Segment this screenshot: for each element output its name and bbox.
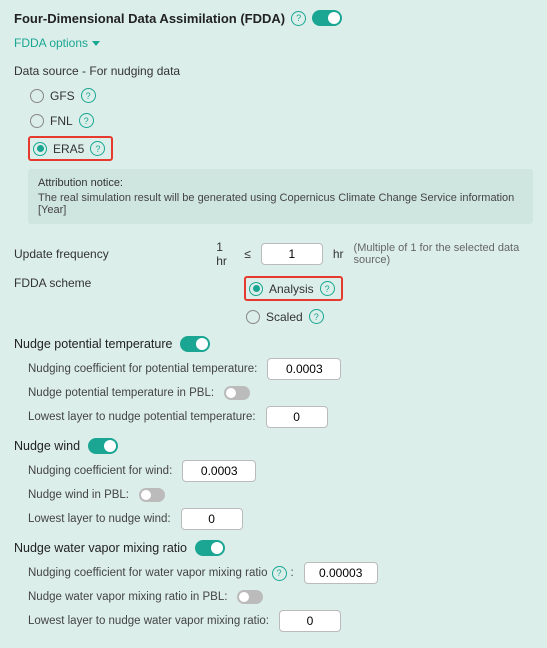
nudge-temp-title: Nudge potential temperature xyxy=(14,337,172,351)
highlighted-option: Analysis ? xyxy=(244,276,343,301)
option-label: FNL xyxy=(50,114,73,128)
option-label: ERA5 xyxy=(53,142,84,156)
radio-icon[interactable] xyxy=(246,310,260,324)
data-source-option-fnl[interactable]: FNL ? xyxy=(28,111,533,130)
fdda-options-dropdown[interactable]: FDDA options xyxy=(14,36,100,50)
nudge-temp-coef-label: Nudging coefficient for potential temper… xyxy=(28,363,257,375)
nudge-wind-toggle[interactable] xyxy=(88,438,118,454)
nudge-vapor-section: Nudge water vapor mixing ratio Nudging c… xyxy=(14,540,533,632)
nudge-temp-section: Nudge potential temperature Nudging coef… xyxy=(14,336,533,428)
notice-body: The real simulation result will be gener… xyxy=(38,192,523,216)
data-source-option-era5[interactable]: ERA5 ? xyxy=(31,139,107,158)
nudge-temp-layer-label: Lowest layer to nudge potential temperat… xyxy=(28,411,256,423)
nudge-vapor-coef-label: Nudging coefficient for water vapor mixi… xyxy=(28,566,294,581)
freq-unit: hr xyxy=(333,247,344,261)
scheme-option-scaled[interactable]: Scaled ? xyxy=(244,307,343,326)
nudge-vapor-layer-input[interactable] xyxy=(279,610,341,632)
nudge-wind-pbl-label: Nudge wind in PBL: xyxy=(28,489,129,501)
nudge-wind-title: Nudge wind xyxy=(14,439,80,453)
nudge-vapor-pbl-label: Nudge water vapor mixing ratio in PBL: xyxy=(28,591,227,603)
nudge-wind-section: Nudge wind Nudging coefficient for wind:… xyxy=(14,438,533,530)
nudge-temp-layer-input[interactable] xyxy=(266,406,328,428)
nudge-temp-toggle[interactable] xyxy=(180,336,210,352)
freq-prefix: 1 hr xyxy=(216,240,234,268)
help-icon[interactable]: ? xyxy=(309,309,324,324)
fdda-scheme-label: FDDA scheme xyxy=(14,276,234,290)
data-source-label: Data source - For nudging data xyxy=(14,64,533,78)
nudge-vapor-title: Nudge water vapor mixing ratio xyxy=(14,541,187,555)
caret-down-icon xyxy=(92,41,100,46)
freq-op: ≤ xyxy=(244,247,251,261)
update-frequency-row: Update frequency 1 hr ≤ hr (Multiple of … xyxy=(14,240,533,268)
data-source-option-gfs[interactable]: GFS ? xyxy=(28,86,533,105)
nudge-temp-pbl-toggle[interactable] xyxy=(224,386,250,400)
radio-icon[interactable] xyxy=(249,282,263,296)
notice-title: Attribution notice: xyxy=(38,177,523,189)
help-icon[interactable]: ? xyxy=(291,11,306,26)
nudge-temp-pbl-label: Nudge potential temperature in PBL: xyxy=(28,387,214,399)
update-frequency-label: Update frequency xyxy=(14,247,206,261)
option-label: GFS xyxy=(50,89,75,103)
nudge-wind-coef-input[interactable] xyxy=(182,460,256,482)
update-frequency-input[interactable] xyxy=(261,243,323,265)
data-source-radio-group: GFS ? FNL ? ERA5 ? xyxy=(14,86,533,161)
nudge-vapor-coef-input[interactable] xyxy=(304,562,378,584)
fdda-scheme-row: FDDA scheme Analysis ? Scaled ? xyxy=(14,276,533,326)
radio-icon[interactable] xyxy=(33,142,47,156)
nudge-vapor-toggle[interactable] xyxy=(195,540,225,556)
fdda-toggle[interactable] xyxy=(312,10,342,26)
highlighted-option: ERA5 ? xyxy=(28,136,113,161)
nudge-wind-pbl-toggle[interactable] xyxy=(139,488,165,502)
option-label: Scaled xyxy=(266,310,303,324)
nudge-wind-layer-input[interactable] xyxy=(181,508,243,530)
radio-icon[interactable] xyxy=(30,89,44,103)
fdda-options-label: FDDA options xyxy=(14,36,88,50)
nudge-temp-coef-input[interactable] xyxy=(267,358,341,380)
nudge-wind-coef-label: Nudging coefficient for wind: xyxy=(28,465,172,477)
fdda-title: Four-Dimensional Data Assimilation (FDDA… xyxy=(14,11,285,26)
freq-hint: (Multiple of 1 for the selected data sou… xyxy=(354,242,533,266)
option-label: Analysis xyxy=(269,282,314,296)
help-icon[interactable]: ? xyxy=(90,141,105,156)
fdda-scheme-radio-group: Analysis ? Scaled ? xyxy=(244,276,343,326)
help-icon[interactable]: ? xyxy=(272,566,287,581)
attribution-notice: Attribution notice: The real simulation … xyxy=(28,169,533,224)
help-icon[interactable]: ? xyxy=(81,88,96,103)
help-icon[interactable]: ? xyxy=(320,281,335,296)
scheme-option-analysis[interactable]: Analysis ? xyxy=(247,279,337,298)
nudge-vapor-pbl-toggle[interactable] xyxy=(237,590,263,604)
nudge-wind-layer-label: Lowest layer to nudge wind: xyxy=(28,513,171,525)
nudge-vapor-layer-label: Lowest layer to nudge water vapor mixing… xyxy=(28,615,269,627)
help-icon[interactable]: ? xyxy=(79,113,94,128)
radio-icon[interactable] xyxy=(30,114,44,128)
fdda-header: Four-Dimensional Data Assimilation (FDDA… xyxy=(14,10,533,26)
